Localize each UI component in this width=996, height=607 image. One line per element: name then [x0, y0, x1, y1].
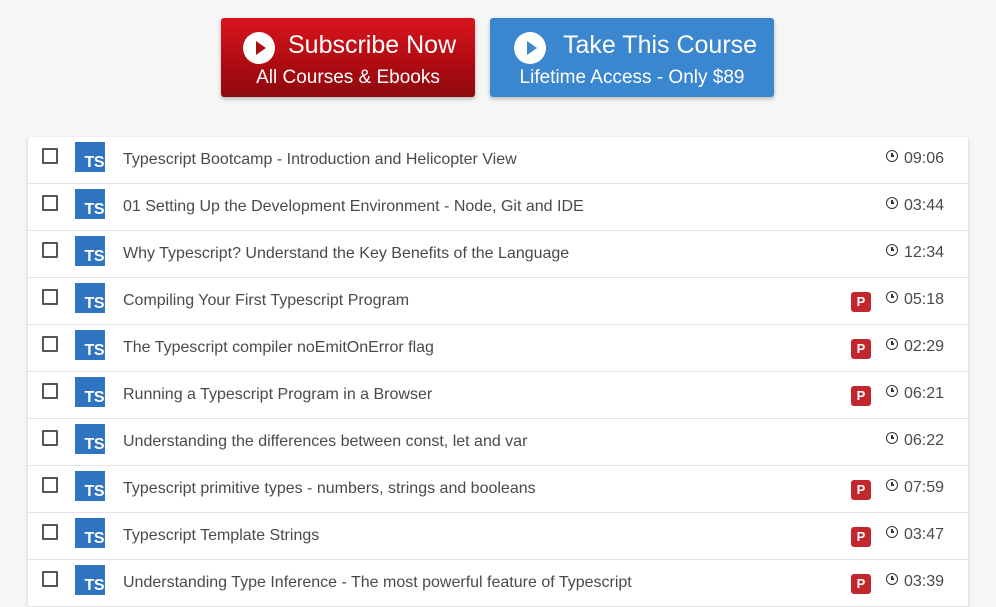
typescript-icon-label: TS	[84, 389, 105, 406]
lesson-row[interactable]: TS Compiling Your First Typescript Progra…	[28, 278, 968, 325]
subscribe-now-button[interactable]: Subscribe Now All Courses & Ebooks	[221, 18, 475, 97]
clock-icon	[886, 150, 898, 162]
premium-badge: P	[851, 339, 871, 359]
lesson-title[interactable]: Understanding Type Inference - The most …	[123, 573, 632, 592]
typescript-icon: TS	[75, 142, 105, 172]
lesson-title[interactable]: The Typescript compiler noEmitOnError fl…	[123, 338, 434, 357]
lesson-checkbox[interactable]	[42, 383, 58, 399]
typescript-icon: TS	[75, 283, 105, 313]
lesson-title[interactable]: Compiling Your First Typescript Program	[123, 291, 409, 310]
lesson-row[interactable]: TS 01 Setting Up the Development Environm…	[28, 184, 968, 231]
typescript-icon-label: TS	[84, 577, 105, 594]
lesson-title[interactable]: Typescript Template Strings	[123, 526, 319, 545]
lesson-title[interactable]: Running a Typescript Program in a Browse…	[123, 385, 432, 404]
take-this-course-button[interactable]: Take This Course Lifetime Access - Only …	[490, 18, 774, 97]
lesson-checkbox[interactable]	[42, 148, 58, 164]
course-button-subtitle: Lifetime Access - Only $89	[519, 67, 745, 88]
lesson-checkbox[interactable]	[42, 430, 58, 446]
typescript-icon-label: TS	[84, 342, 105, 359]
lesson-row[interactable]: TS Typescript Bootcamp - Introduction and…	[28, 137, 968, 184]
clock-icon	[886, 338, 898, 350]
lesson-row[interactable]: TS Understanding the differences between …	[28, 419, 968, 466]
lesson-row[interactable]: TS Typescript primitive types - numbers, …	[28, 466, 968, 513]
clock-icon	[886, 573, 898, 585]
premium-badge: P	[851, 292, 871, 312]
typescript-icon-label: TS	[84, 201, 105, 218]
clock-icon	[886, 479, 898, 491]
lesson-checkbox[interactable]	[42, 336, 58, 352]
lesson-checkbox[interactable]	[42, 289, 58, 305]
course-button-title: Take This Course	[563, 31, 758, 59]
typescript-icon: TS	[75, 377, 105, 407]
typescript-icon-label: TS	[84, 154, 105, 171]
lesson-checkbox[interactable]	[42, 242, 58, 258]
typescript-icon: TS	[75, 189, 105, 219]
typescript-icon: TS	[75, 518, 105, 548]
lesson-row[interactable]: TS Typescript Template Strings P 03:47	[28, 513, 968, 560]
typescript-icon-label: TS	[84, 483, 105, 500]
typescript-icon: TS	[75, 424, 105, 454]
clock-icon	[886, 432, 898, 444]
premium-badge: P	[851, 574, 871, 594]
lesson-checkbox[interactable]	[42, 195, 58, 211]
clock-icon	[886, 526, 898, 538]
premium-badge: P	[851, 527, 871, 547]
typescript-icon: TS	[75, 236, 105, 266]
subscribe-button-subtitle: All Courses & Ebooks	[256, 67, 440, 88]
typescript-icon-label: TS	[84, 530, 105, 547]
premium-badge: P	[851, 386, 871, 406]
play-circle-icon	[243, 32, 275, 64]
typescript-icon: TS	[75, 330, 105, 360]
lesson-title[interactable]: Typescript Bootcamp - Introduction and H…	[123, 150, 517, 169]
lesson-duration: 07:59	[904, 479, 945, 496]
lesson-duration: 06:22	[904, 432, 945, 449]
typescript-icon-label: TS	[84, 436, 105, 453]
lesson-duration: 05:18	[904, 291, 945, 308]
lesson-list: TS Typescript Bootcamp - Introduction and…	[28, 137, 968, 607]
lesson-duration: 03:39	[904, 573, 945, 590]
play-circle-icon	[514, 32, 546, 64]
clock-icon	[886, 244, 898, 256]
lesson-duration: 03:47	[904, 526, 945, 543]
lesson-title[interactable]: Why Typescript? Understand the Key Benef…	[123, 244, 569, 263]
typescript-icon-label: TS	[84, 295, 105, 312]
lesson-checkbox[interactable]	[42, 477, 58, 493]
typescript-icon: TS	[75, 471, 105, 501]
typescript-icon-label: TS	[84, 248, 105, 265]
lesson-title[interactable]: Typescript primitive types - numbers, st…	[123, 479, 536, 498]
lesson-duration: 06:21	[904, 385, 945, 402]
lesson-row[interactable]: TS Running a Typescript Program in a Brow…	[28, 372, 968, 419]
typescript-icon: TS	[75, 565, 105, 595]
premium-badge: P	[851, 480, 871, 500]
lesson-row[interactable]: TS Understanding Type Inference - The mos…	[28, 560, 968, 607]
clock-icon	[886, 197, 898, 209]
lesson-duration: 02:29	[904, 338, 945, 355]
lesson-duration: 03:44	[904, 197, 945, 214]
lesson-title[interactable]: 01 Setting Up the Development Environmen…	[123, 197, 584, 216]
lesson-title[interactable]: Understanding the differences between co…	[123, 432, 527, 451]
lesson-row[interactable]: TS Why Typescript? Understand the Key Ben…	[28, 231, 968, 278]
subscribe-button-title: Subscribe Now	[288, 31, 457, 59]
lesson-duration: 12:34	[904, 244, 945, 261]
clock-icon	[886, 385, 898, 397]
lesson-duration: 09:06	[904, 150, 945, 167]
lesson-row[interactable]: TS The Typescript compiler noEmitOnError …	[28, 325, 968, 372]
lesson-checkbox[interactable]	[42, 524, 58, 540]
clock-icon	[886, 291, 898, 303]
